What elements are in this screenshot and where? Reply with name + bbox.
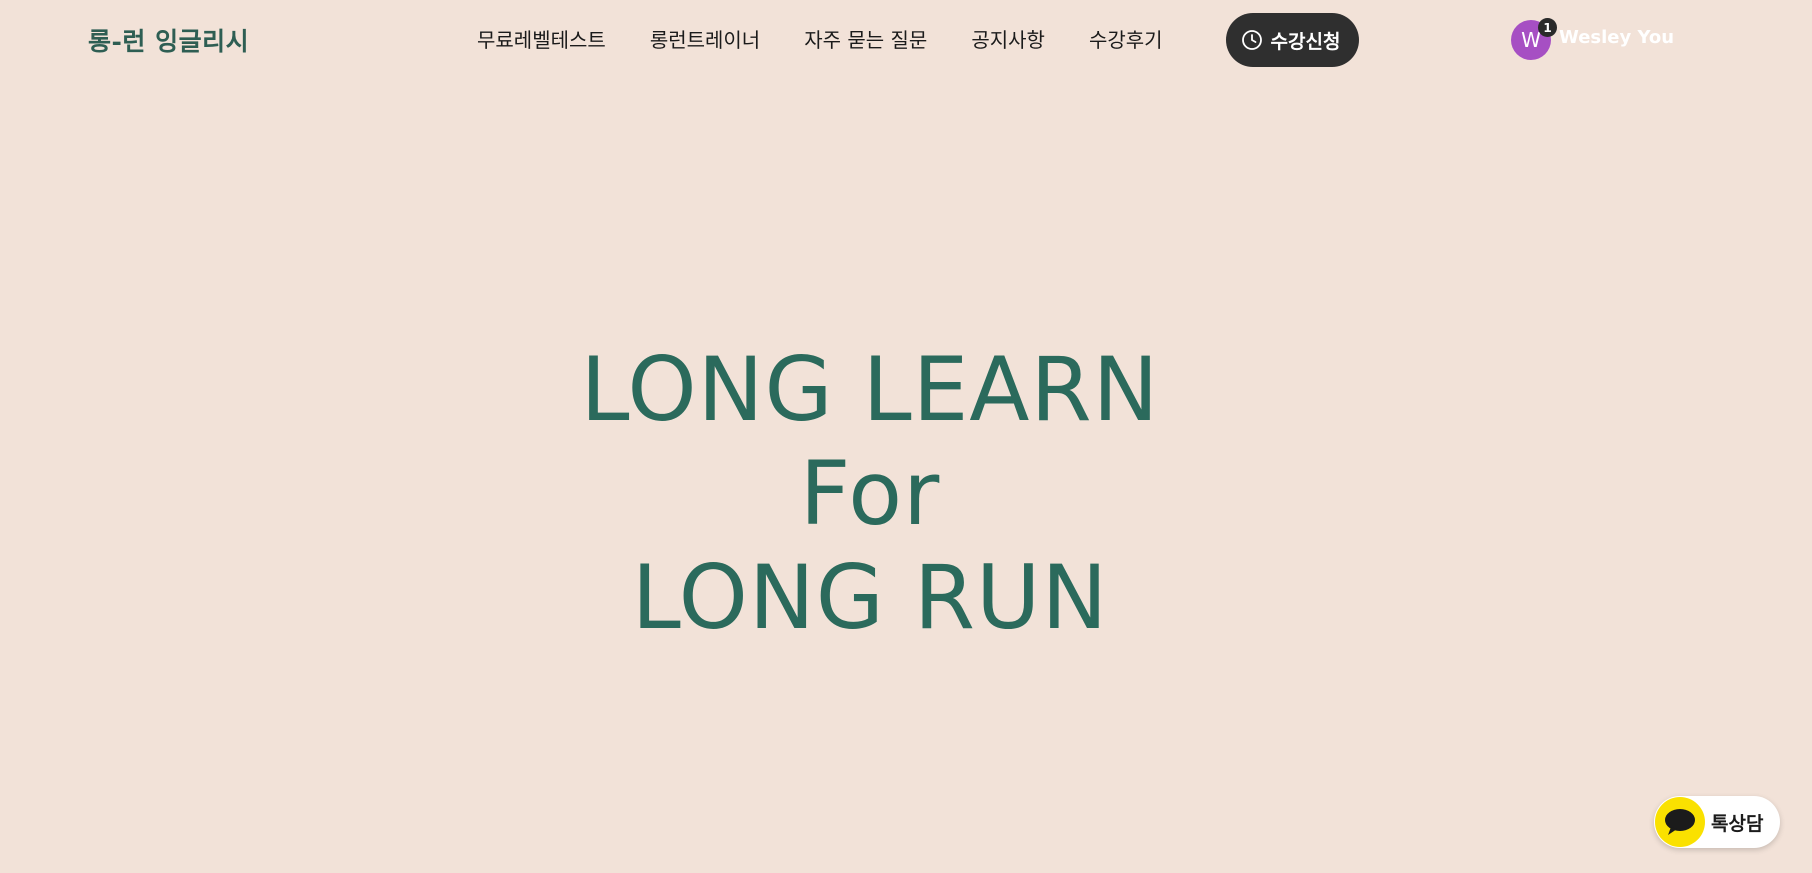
kakao-chat-button[interactable]: 톡상담	[1654, 796, 1780, 848]
user-menu[interactable]: W 1 Wesley You	[1511, 18, 1675, 60]
nav-item-reviews[interactable]: 수강후기	[1089, 24, 1163, 53]
hero-line-3: LONG RUN	[631, 546, 1109, 649]
notification-badge: 1	[1538, 18, 1557, 37]
enroll-button-label: 수강신청	[1270, 30, 1341, 53]
kakao-chat-icon	[1655, 797, 1705, 847]
hero-line-2: For	[799, 442, 941, 545]
avatar: W 1	[1511, 18, 1557, 60]
avatar-initial: W	[1521, 28, 1541, 52]
nav-item-longrun-trainer[interactable]: 롱런트레이너	[650, 24, 760, 53]
enroll-button[interactable]: 수강신청	[1226, 13, 1359, 67]
user-name: Wesley You	[1559, 26, 1675, 48]
site-logo[interactable]: 롱-런 잉글리시	[88, 22, 249, 58]
nav-item-notices[interactable]: 공지사항	[971, 24, 1045, 53]
site-header: 롱-런 잉글리시 무료레벨테스트 롱런트레이너 자주 묻는 질문 공지사항 수강…	[0, 0, 1812, 80]
hero-headline: LONG LEARN For LONG RUN	[0, 338, 1740, 650]
nav-item-faq[interactable]: 자주 묻는 질문	[804, 24, 927, 53]
main-nav: 무료레벨테스트 롱런트레이너 자주 묻는 질문 공지사항 수강후기	[477, 24, 1207, 53]
hero-line-1: LONG LEARN	[580, 338, 1160, 441]
nav-item-free-level-test[interactable]: 무료레벨테스트	[477, 24, 606, 53]
chat-button-label: 톡상담	[1711, 812, 1764, 835]
clock-icon	[1241, 29, 1263, 51]
